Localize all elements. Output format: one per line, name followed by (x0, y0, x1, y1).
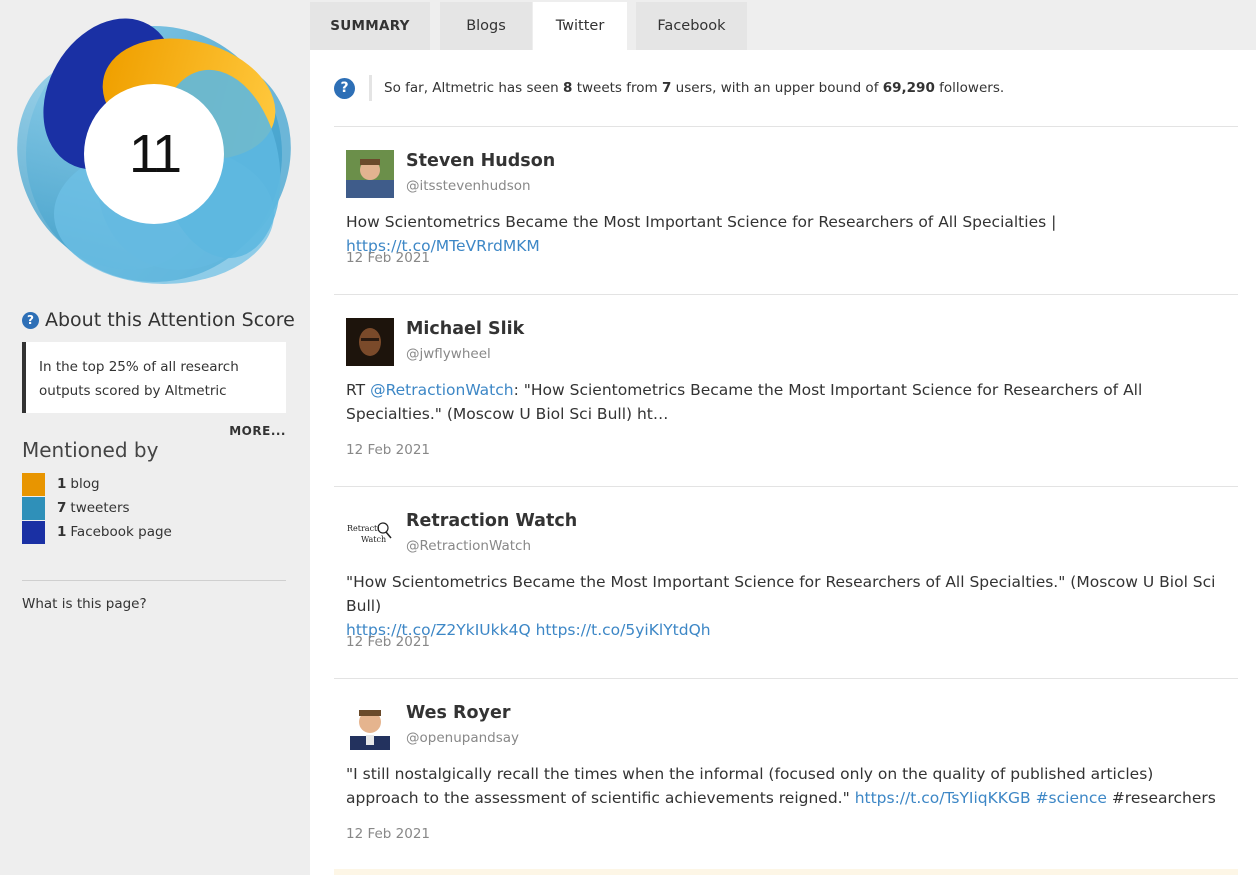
tweet-author-name[interactable]: Steven Hudson (406, 151, 555, 171)
tweet-text: How Scientometrics Became the Most Impor… (346, 213, 1057, 255)
mentioned-by-heading: Mentioned by (22, 438, 159, 462)
avatar[interactable] (346, 702, 394, 750)
next-item-strip (334, 869, 1238, 875)
avatar[interactable] (346, 318, 394, 366)
facebook-swatch (22, 520, 45, 544)
tweeter-swatch (22, 496, 45, 520)
tab-summary[interactable]: SUMMARY (310, 2, 430, 50)
tweet-count: 8 (562, 80, 573, 96)
blog-swatch (22, 472, 45, 496)
info-text: So far, Altmetric has seen 8 tweets from… (384, 80, 1005, 96)
tweet-text: RT @RetractionWatch: "How Scientometrics… (346, 381, 1143, 423)
tab-blogs[interactable]: Blogs (440, 2, 532, 50)
separator (334, 294, 1238, 295)
tweet-date[interactable]: 12 Feb 2021 (346, 826, 430, 842)
tab-bar: SUMMARY Blogs Twitter Facebook (310, 0, 1256, 50)
tweet-text: "I still nostalgically recall the times … (346, 765, 1216, 807)
mention-item-blogs[interactable]: 1 blog (22, 472, 172, 496)
hashtag-link[interactable]: #science (1036, 789, 1107, 807)
mention-item-facebook[interactable]: 1 Facebook page (22, 520, 172, 544)
follower-count: 69,290 (882, 80, 935, 96)
tweet-link[interactable]: https://t.co/5yiKlYtdQh (536, 621, 711, 639)
tab-twitter[interactable]: Twitter (533, 2, 627, 50)
mention-link[interactable]: @RetractionWatch (370, 381, 514, 399)
tweet-author-name[interactable]: Retraction Watch (406, 511, 577, 531)
about-score-title: About this Attention Score (45, 309, 295, 331)
mention-label: tweeters (70, 500, 130, 516)
svg-text:Watch: Watch (361, 535, 386, 544)
attention-score[interactable]: 11 (84, 84, 224, 224)
info-bar (369, 75, 372, 101)
about-score-heading[interactable]: ? About this Attention Score (22, 309, 295, 331)
separator (334, 678, 1238, 679)
tweet-date[interactable]: 12 Feb 2021 (346, 250, 430, 266)
twitter-summary: ? So far, Altmetric has seen 8 tweets fr… (334, 75, 1004, 101)
mention-list: 1 blog 7 tweeters 1 Facebook page (22, 472, 172, 544)
mention-item-tweeters[interactable]: 7 tweeters (22, 496, 172, 520)
tweet-author-handle[interactable]: @RetractionWatch (406, 538, 531, 554)
more-link[interactable]: MORE... (229, 424, 286, 438)
separator (334, 486, 1238, 487)
tweet-text: "How Scientometrics Became the Most Impo… (346, 573, 1216, 639)
svg-text:Retracti: Retracti (347, 524, 380, 533)
tweet-author-name[interactable]: Wes Royer (406, 703, 510, 723)
tab-facebook[interactable]: Facebook (636, 2, 747, 50)
sidebar: 11 ? About this Attention Score In the t… (0, 0, 310, 875)
tweet-link[interactable]: https://t.co/TsYIiqKKGB (855, 789, 1031, 807)
separator (334, 126, 1238, 127)
avatar[interactable] (346, 150, 394, 198)
twitter-panel: ? So far, Altmetric has seen 8 tweets fr… (310, 50, 1256, 875)
user-count: 7 (661, 80, 672, 96)
mention-count: 1 (57, 476, 67, 492)
mention-label: blog (70, 476, 100, 492)
sidebar-divider (22, 580, 286, 581)
tweet-date[interactable]: 12 Feb 2021 (346, 442, 430, 458)
mention-count: 1 (57, 524, 67, 540)
mention-label: Facebook page (70, 524, 172, 540)
tweet-author-handle[interactable]: @itsstevenhudson (406, 178, 531, 194)
question-icon[interactable]: ? (334, 77, 355, 99)
tweet-author-handle[interactable]: @openupandsay (406, 730, 519, 746)
what-is-this-page-link[interactable]: What is this page? (22, 596, 147, 612)
retraction-watch-logo: Retracti Watch (346, 510, 394, 558)
score-context-box: In the top 25% of all research outputs s… (22, 342, 286, 413)
mention-count: 7 (57, 500, 67, 516)
tweet-author-handle[interactable]: @jwflywheel (406, 346, 491, 362)
question-icon[interactable]: ? (22, 311, 39, 329)
tweet-author-name[interactable]: Michael Slik (406, 319, 524, 339)
avatar[interactable]: Retracti Watch (346, 510, 394, 558)
tweet-date[interactable]: 12 Feb 2021 (346, 634, 430, 650)
